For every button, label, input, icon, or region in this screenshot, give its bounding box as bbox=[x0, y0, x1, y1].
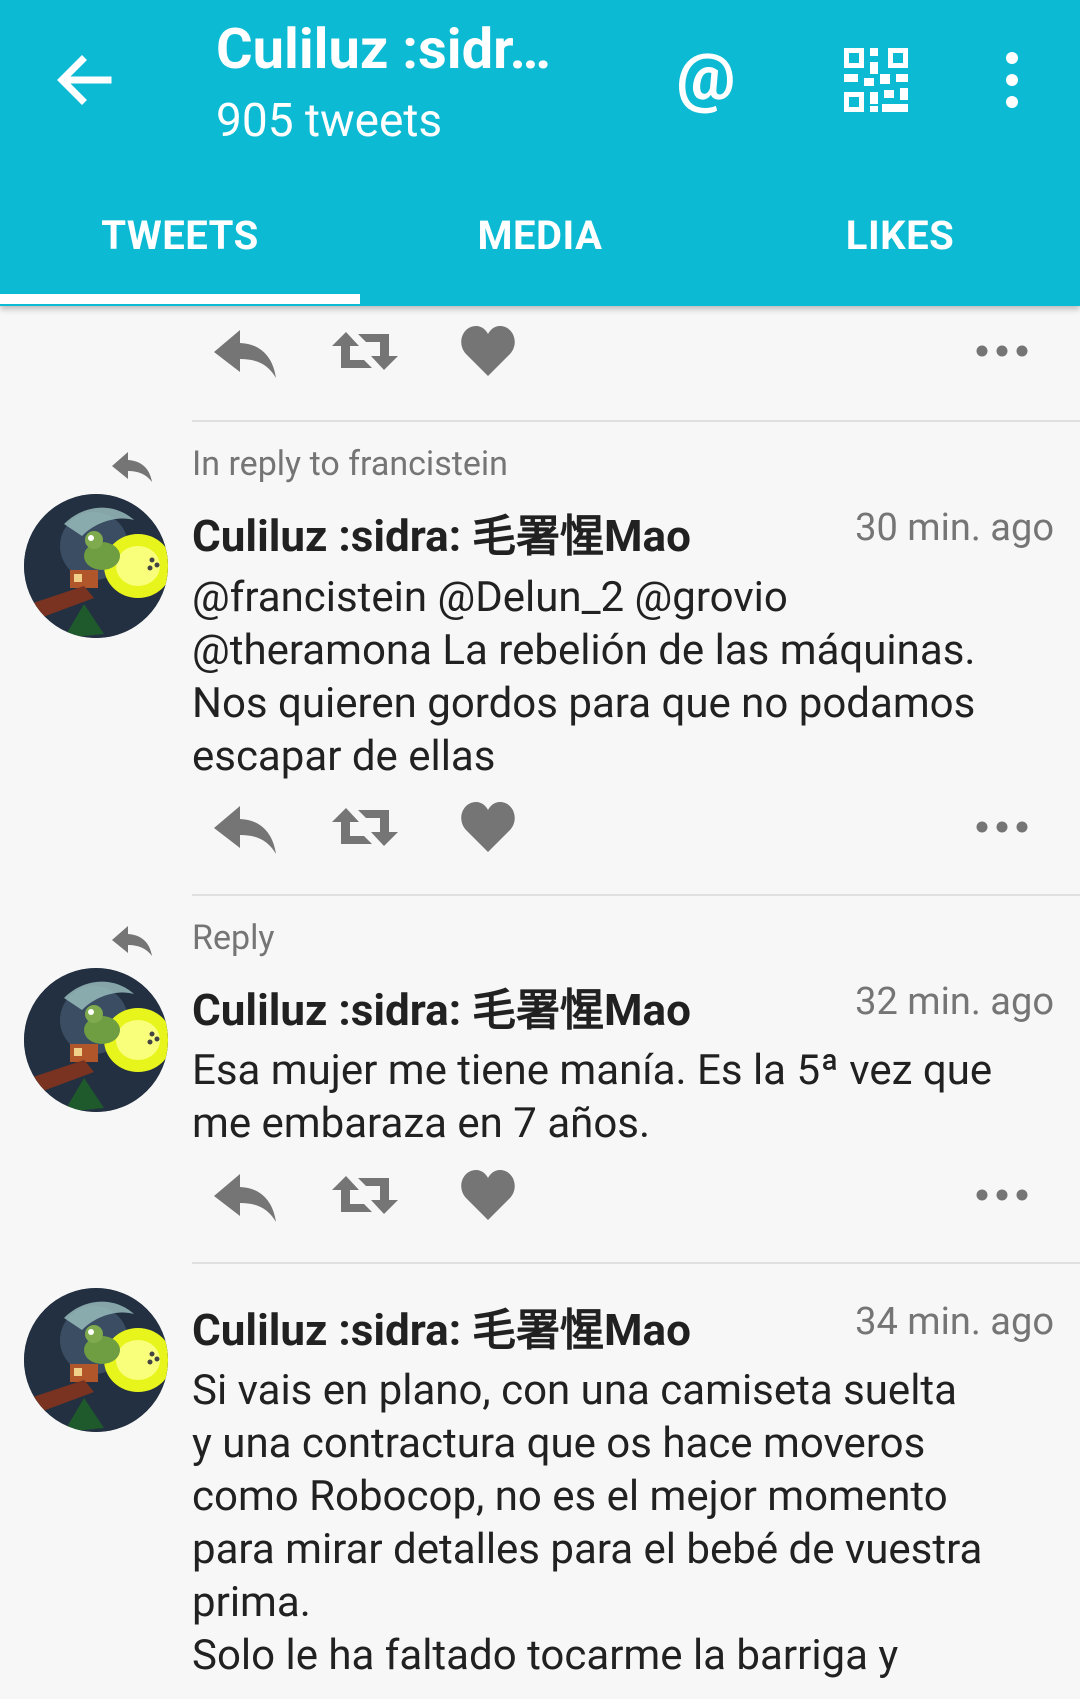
avatar[interactable] bbox=[24, 968, 168, 1112]
divider bbox=[192, 1262, 1080, 1264]
retweet-icon[interactable] bbox=[328, 316, 402, 386]
tweet-feed: In reply to francistein Culiluz :sidra: … bbox=[0, 306, 1080, 1699]
tweet-time: 32 min. ago bbox=[855, 980, 1054, 1024]
qr-code-icon[interactable] bbox=[840, 44, 912, 116]
back-arrow-icon[interactable] bbox=[48, 44, 120, 116]
overflow-menu-icon[interactable] bbox=[990, 44, 1034, 116]
divider bbox=[192, 894, 1080, 896]
tweet-actions bbox=[210, 792, 1040, 862]
reply-icon[interactable] bbox=[210, 1160, 280, 1230]
reply-context-text: In reply to francistein bbox=[192, 444, 508, 484]
tab-media[interactable]: MEDIA bbox=[360, 196, 720, 296]
tweet-text[interactable]: Si vais en plano, con una camiseta suelt… bbox=[192, 1364, 1052, 1682]
tab-tweets[interactable]: TWEETS bbox=[0, 196, 360, 296]
tweet-actions bbox=[210, 1160, 1040, 1230]
like-icon[interactable] bbox=[458, 316, 518, 386]
reply-context-icon bbox=[110, 922, 154, 958]
retweet-icon[interactable] bbox=[328, 792, 402, 862]
tweet-line: Nos quieren gordos para que no podamos bbox=[192, 679, 976, 728]
tweet-time: 34 min. ago bbox=[855, 1300, 1054, 1344]
like-icon[interactable] bbox=[458, 1160, 518, 1230]
tweet-line: @theramona La rebelión de las máquinas. bbox=[192, 626, 976, 675]
tweet-author[interactable]: Culiluz :sidra: 毛署惺Mao bbox=[192, 500, 691, 564]
tweet-line: Solo le ha faltado tocarme la barriga y bbox=[192, 1631, 899, 1680]
tweet-more-icon[interactable] bbox=[972, 792, 1032, 862]
tweet-author[interactable]: Culiluz :sidra: 毛署惺Mao bbox=[192, 974, 691, 1038]
tweet-line: Si vais en plano, con una camiseta suelt… bbox=[192, 1366, 958, 1415]
tweet-line: escapar de ellas bbox=[192, 732, 496, 781]
mention-icon[interactable]: @ bbox=[668, 36, 744, 120]
reply-context-icon bbox=[110, 448, 154, 484]
tweet-line: @francistein @Delun_2 @grovio bbox=[192, 573, 788, 622]
tweet-more-icon[interactable] bbox=[972, 316, 1032, 386]
tweet-line: y una contractura que os hace moveros bbox=[192, 1419, 926, 1468]
reply-icon[interactable] bbox=[210, 316, 280, 386]
profile-title: Culiluz :sidr… bbox=[216, 16, 551, 82]
tweet-author[interactable]: Culiluz :sidra: 毛署惺Mao bbox=[192, 1294, 691, 1358]
divider bbox=[192, 420, 1080, 422]
reply-context-text: Reply bbox=[192, 918, 275, 958]
reply-context[interactable]: Reply bbox=[0, 914, 1080, 964]
tweet-line: para mirar detalles para el bebé de vues… bbox=[192, 1525, 983, 1574]
reply-icon[interactable] bbox=[210, 792, 280, 862]
tweet-line: como Robocop, no es el mejor momento bbox=[192, 1472, 948, 1521]
app-bar: Culiluz :sidr… 905 tweets @ TWEETS MEDIA… bbox=[0, 0, 1080, 306]
tweet-line: me embaraza en 7 años. bbox=[192, 1099, 651, 1148]
tab-likes[interactable]: LIKES bbox=[720, 196, 1080, 296]
avatar[interactable] bbox=[24, 1288, 168, 1432]
tab-bar: TWEETS MEDIA LIKES bbox=[0, 196, 1080, 306]
tweet-line: Esa mujer me tiene manía. Es la 5ª vez q… bbox=[192, 1046, 993, 1095]
tab-indicator bbox=[0, 294, 360, 304]
tweet-time: 30 min. ago bbox=[855, 506, 1054, 550]
tweet-line: prima. bbox=[192, 1578, 311, 1627]
tweet-actions bbox=[210, 316, 1040, 386]
tweet-more-icon[interactable] bbox=[972, 1160, 1032, 1230]
reply-context[interactable]: In reply to francistein bbox=[0, 440, 1080, 490]
retweet-icon[interactable] bbox=[328, 1160, 402, 1230]
tweet-text[interactable]: Esa mujer me tiene manía. Es la 5ª vez q… bbox=[192, 1044, 1052, 1150]
tweet-count: 905 tweets bbox=[216, 94, 443, 148]
tweet-text[interactable]: @francistein @Delun_2 @grovio @theramona… bbox=[192, 571, 1052, 783]
like-icon[interactable] bbox=[458, 792, 518, 862]
avatar[interactable] bbox=[24, 494, 168, 638]
